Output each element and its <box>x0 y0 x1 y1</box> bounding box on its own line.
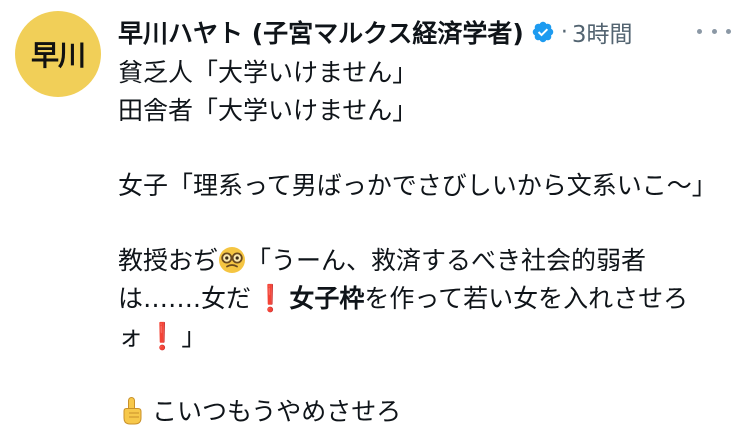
post-line: 貧乏人「大学いけません」 <box>118 58 418 87</box>
red-exclamation-mark-icon: ❗ <box>146 322 179 352</box>
post-line: ォ ❗」 <box>118 318 738 356</box>
post-line: 田舎者「大学いけません」 <box>118 96 418 125</box>
display-name[interactable]: 早川ハヤト (子宮マルクス経済学者) <box>118 14 524 50</box>
line-text: を作って若い女を入れさせろ <box>364 284 689 313</box>
avatar[interactable]: 早川 <box>15 11 101 97</box>
post-header: 早川ハヤト (子宮マルクス経済学者) · 3時間 <box>118 12 735 52</box>
line-text: 「うーん、救済するべき社会的弱者 <box>246 246 647 275</box>
line-text: ォ <box>118 322 144 351</box>
more-dot <box>711 28 717 34</box>
post-body: 貧乏人「大学いけません」 田舎者「大学いけません」 女子「理系って男ばっかでさび… <box>118 54 738 431</box>
post-container: 早川 早川ハヤト (子宮マルクス経済学者) · 3時間 貧乏人「大学いけません」… <box>0 0 749 426</box>
bold-text: 女子枠 <box>289 284 365 313</box>
header-separator: · <box>560 19 568 45</box>
red-exclamation-mark-icon: ❗ <box>253 284 287 314</box>
more-options-icon[interactable] <box>697 18 731 44</box>
more-dot <box>726 28 731 34</box>
line-text: こいつもうやめさせろ <box>152 397 402 426</box>
post-line: 教授おぢ 「うーん、救済するべき社会的弱者 <box>118 242 738 280</box>
post-timestamp[interactable]: 3時間 <box>572 15 633 49</box>
post-line: こいつもうやめさせろ <box>118 393 738 431</box>
line-text: 」 <box>181 322 207 351</box>
more-dot <box>697 28 702 34</box>
verified-badge-icon <box>532 21 554 43</box>
avatar-label: 早川 <box>30 39 86 72</box>
backhand-index-pointing-up-emoji-icon <box>123 397 142 425</box>
post-line: は…….女だ ❗ 女子枠を作って若い女を入れさせろ <box>118 280 738 318</box>
line-text: 教授おぢ <box>118 246 219 275</box>
post-line: 女子「理系って男ばっかでさびしいから文系いこ〜」 <box>118 171 717 200</box>
nerd-face-emoji-icon <box>219 247 246 273</box>
line-text: は…….女だ <box>118 284 251 313</box>
